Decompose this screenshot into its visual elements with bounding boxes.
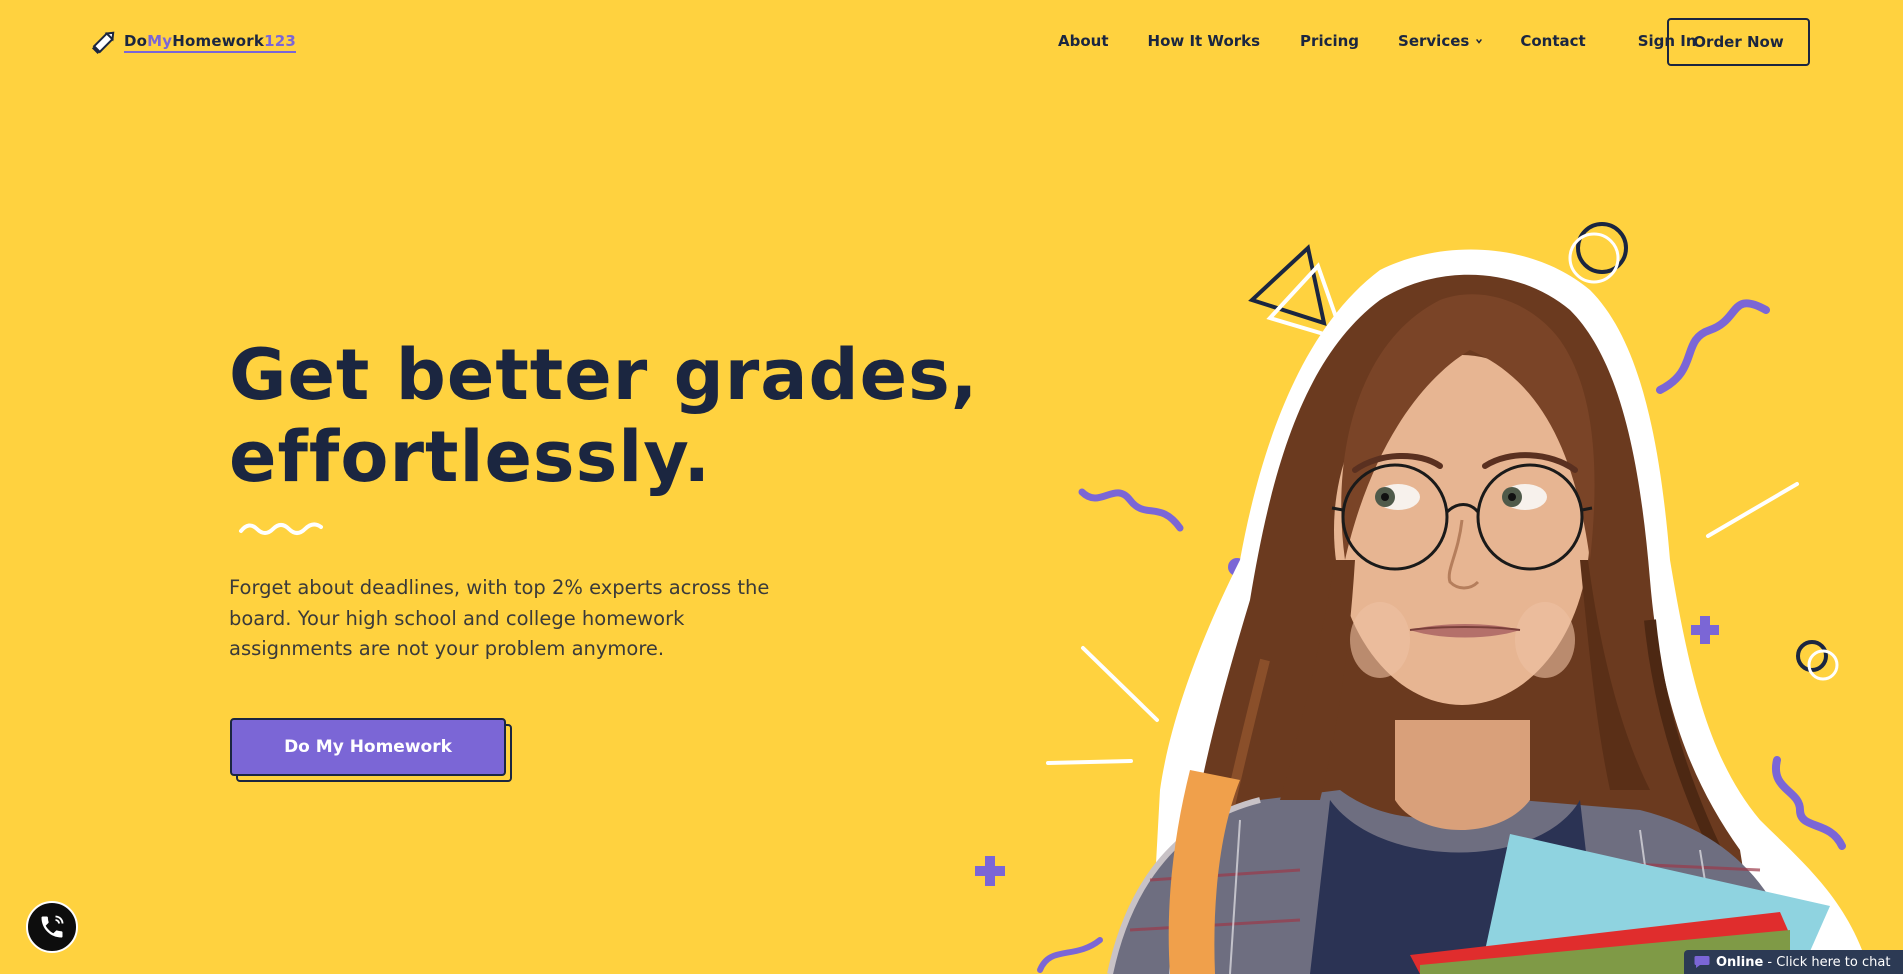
chevron-down-icon — [1476, 38, 1483, 44]
nav-how-it-works[interactable]: How It Works — [1148, 32, 1261, 50]
chat-label: - Click here to chat — [1763, 954, 1891, 970]
nav-services[interactable]: Services — [1398, 32, 1483, 50]
squiggle-decoration — [239, 522, 323, 535]
order-now-button[interactable]: Order Now — [1667, 18, 1810, 66]
chat-bubble-icon — [1694, 956, 1710, 968]
hero-subtitle: Forget about deadlines, with top 2% expe… — [229, 576, 770, 660]
do-my-homework-button[interactable]: Do My Homework — [230, 718, 506, 776]
hero-title: Get better grades, effortlessly. — [229, 334, 978, 498]
nav-about[interactable]: About — [1058, 32, 1109, 50]
pencil-icon — [91, 31, 115, 55]
site-logo[interactable]: DoMyHomework123 — [90, 28, 297, 56]
nav-services-label: Services — [1398, 32, 1470, 50]
call-button[interactable] — [26, 901, 78, 953]
phone-icon — [41, 915, 64, 938]
decor-triangle — [1248, 244, 1327, 326]
nav-pricing[interactable]: Pricing — [1300, 32, 1359, 50]
logo-text: DoMyHomework123 — [124, 32, 297, 53]
nav-contact[interactable]: Contact — [1520, 32, 1585, 50]
hero-title-line2: effortlessly. — [229, 416, 712, 498]
hero-title-line1: Get better grades, — [229, 334, 979, 416]
student-illustration — [975, 222, 1870, 974]
main-nav: About How It Works Pricing Services Cont… — [1058, 32, 1697, 50]
live-chat-widget[interactable]: Online - Click here to chat — [1684, 950, 1903, 974]
chat-status: Online — [1716, 954, 1764, 970]
